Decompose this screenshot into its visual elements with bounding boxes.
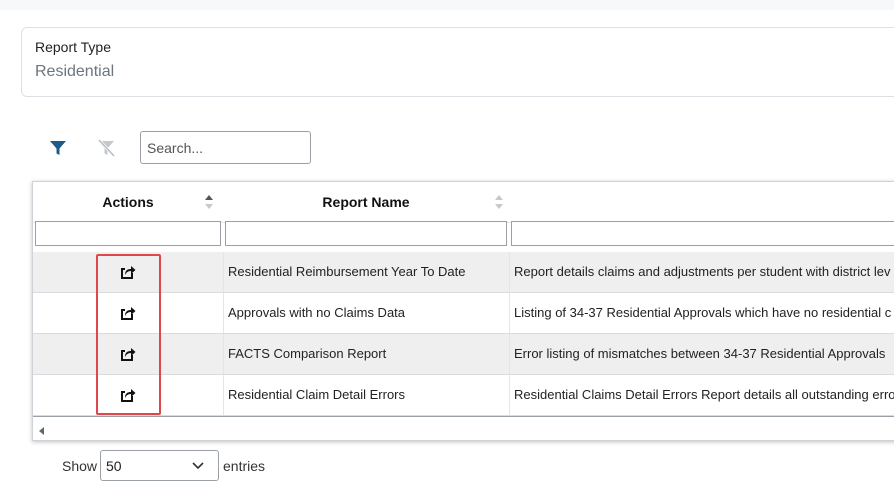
export-icon[interactable] (120, 305, 136, 321)
actions-cell (33, 334, 223, 374)
table-body: Residential Reimbursement Year To Date R… (33, 252, 894, 416)
column-divider (509, 334, 510, 374)
column-filter-description[interactable] (511, 221, 894, 246)
description-cell: Report details claims and adjustments pe… (514, 264, 891, 279)
description-cell: Residential Claims Detail Errors Report … (514, 387, 894, 402)
entries-label: entries (223, 458, 266, 474)
report-name-cell: Approvals with no Claims Data (228, 305, 406, 320)
column-filter-report-name[interactable] (225, 221, 507, 246)
sort-icon[interactable] (494, 195, 504, 209)
chevron-down-icon (192, 462, 204, 470)
column-divider (223, 293, 224, 333)
report-name-cell: FACTS Comparison Report (228, 346, 387, 361)
description-cell: Listing of 34-37 Residential Approvals w… (514, 305, 892, 320)
column-header-actions[interactable]: Actions (33, 182, 223, 222)
page-size-select[interactable]: 50 (100, 450, 219, 481)
report-type-card: Report Type Residential (21, 27, 894, 97)
table-bottom-border (33, 416, 894, 417)
table-row: Residential Claim Detail Errors Resident… (33, 375, 894, 416)
description-cell: Error listing of mismatches between 34-3… (514, 346, 886, 361)
report-name-cell: Residential Claim Detail Errors (228, 387, 405, 402)
export-icon[interactable] (120, 346, 136, 362)
funnel-clear-icon[interactable] (96, 138, 116, 158)
table-row: FACTS Comparison Report Error listing of… (33, 334, 894, 375)
column-divider (509, 252, 510, 292)
column-divider (223, 375, 224, 415)
actions-cell (33, 375, 223, 415)
column-divider (223, 252, 224, 292)
report-name-cell: Residential Reimbursement Year To Date (228, 264, 466, 279)
column-divider (223, 334, 224, 374)
column-filter-actions[interactable] (35, 221, 221, 246)
table-row: Approvals with no Claims Data Listing of… (33, 293, 894, 334)
reports-table: Actions Report Name Residential Reimburs… (32, 181, 894, 441)
column-header-report-name[interactable]: Report Name (223, 182, 509, 222)
table-row: Residential Reimbursement Year To Date R… (33, 252, 894, 293)
export-icon[interactable] (120, 387, 136, 403)
column-divider (509, 375, 510, 415)
show-label: Show (62, 458, 98, 474)
search-input[interactable] (140, 131, 311, 164)
report-type-label: Report Type (35, 39, 112, 55)
actions-cell (33, 293, 223, 333)
sort-icon[interactable] (204, 195, 214, 209)
column-divider (509, 293, 510, 333)
funnel-icon[interactable] (48, 138, 68, 158)
scroll-left-arrow-icon[interactable] (37, 426, 47, 436)
report-type-value[interactable]: Residential (35, 63, 114, 81)
export-icon[interactable] (120, 264, 136, 280)
actions-cell (33, 252, 223, 292)
column-header-description[interactable] (509, 182, 894, 222)
page-size-value: 50 (106, 458, 122, 474)
top-strip (0, 0, 894, 10)
